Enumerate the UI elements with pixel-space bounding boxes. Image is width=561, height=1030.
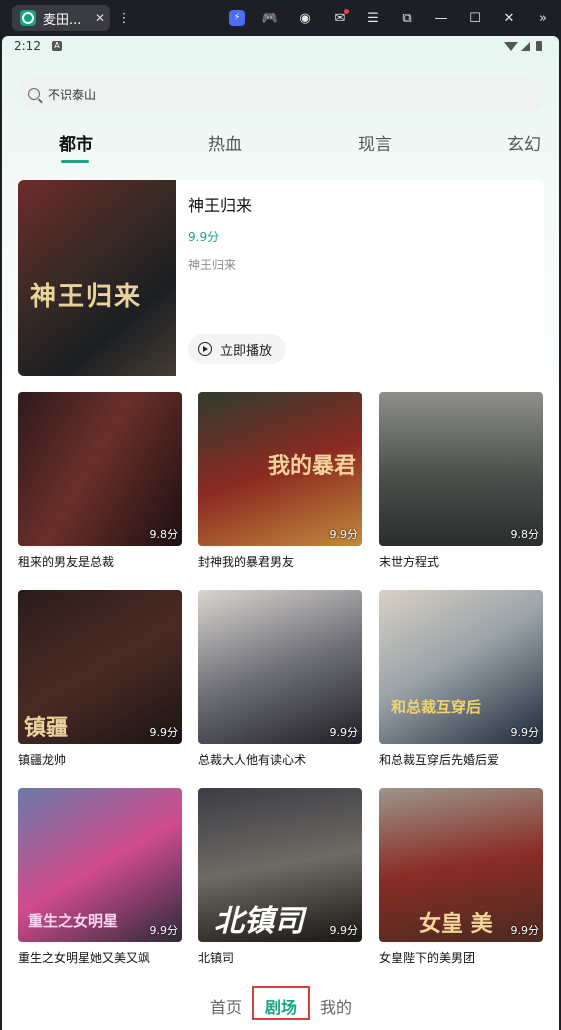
minimize-icon[interactable]: —: [431, 8, 451, 28]
drama-score: 9.8分: [510, 528, 540, 541]
search-text: 不识泰山: [48, 87, 97, 102]
search-input[interactable]: 不识泰山: [16, 77, 546, 111]
nav-mine[interactable]: 我的: [320, 994, 352, 1018]
app-tab[interactable]: 麦田... ✕: [12, 5, 110, 31]
drama-card[interactable]: 北镇司 9.9分 北镇司: [198, 788, 362, 966]
drama-score: 9.9分: [510, 924, 540, 937]
tab-category-xianyan[interactable]: 现言: [358, 130, 392, 155]
app-badge-icon: A: [52, 41, 62, 51]
expand-icon[interactable]: »: [533, 8, 553, 28]
nav-home[interactable]: 首页: [210, 994, 242, 1018]
drama-poster[interactable]: 重生之女明星 9.9分: [18, 788, 182, 942]
drama-poster-text: 镇疆: [24, 715, 69, 741]
drama-poster-text: 女皇 美: [419, 911, 493, 937]
drama-card[interactable]: 镇疆 9.9分 镇疆龙帅: [18, 590, 182, 768]
drama-poster-text: 和总裁互穿后: [391, 698, 482, 716]
drama-score: 9.9分: [149, 726, 179, 739]
more-vert-icon[interactable]: ⋮: [114, 8, 134, 28]
featured-poster-text: 神王归来: [30, 282, 143, 312]
drama-card[interactable]: 和总裁互穿后 9.9分 和总裁互穿后先婚后爱: [379, 590, 543, 768]
mail-icon[interactable]: ✉: [330, 8, 350, 28]
drama-title[interactable]: 重生之女明星她又美又飒: [18, 949, 182, 966]
bolt-icon[interactable]: ⚡: [227, 8, 247, 28]
drama-card[interactable]: 重生之女明星 9.9分 重生之女明星她又美又飒: [18, 788, 182, 966]
drama-poster[interactable]: 我的暴君 9.9分: [198, 392, 362, 546]
bottom-nav: 首页 剧场 我的: [2, 982, 559, 1030]
drama-card[interactable]: 女皇 美 9.9分 女皇陛下的美男团: [379, 788, 543, 966]
drama-title[interactable]: 女皇陛下的美男团: [379, 949, 543, 966]
drama-title[interactable]: 封神我的暴君男友: [198, 553, 362, 570]
drama-title[interactable]: 总裁大人他有读心术: [198, 751, 362, 768]
drama-poster[interactable]: 北镇司 9.9分: [198, 788, 362, 942]
featured-description: 神王归来: [188, 258, 237, 272]
drama-poster-text: 我的暴君: [268, 453, 357, 479]
drama-poster[interactable]: 9.8分: [18, 392, 182, 546]
drama-title[interactable]: 租来的男友是总裁: [18, 553, 182, 570]
featured-poster[interactable]: 神王归来: [18, 180, 176, 376]
drama-card[interactable]: 9.9分 总裁大人他有读心术: [198, 590, 362, 768]
drama-title[interactable]: 北镇司: [198, 949, 362, 966]
nav-theater[interactable]: 剧场: [265, 994, 297, 1018]
phone-screen: 2:12 A 不识泰山 都市 热血 现言 玄幻 神王归来 神王归来 9.9分 神…: [2, 36, 559, 1030]
tab-close-icon[interactable]: ✕: [95, 11, 105, 25]
status-bar: 2:12 A: [2, 36, 559, 58]
play-now-button[interactable]: 立即播放: [188, 334, 286, 364]
drama-score: 9.9分: [329, 924, 359, 937]
menu-icon[interactable]: ☰: [363, 8, 383, 28]
drama-card[interactable]: 9.8分 租来的男友是总裁: [18, 392, 182, 570]
app-logo-icon: [20, 10, 36, 26]
drama-poster[interactable]: 镇疆 9.9分: [18, 590, 182, 744]
drama-card[interactable]: 9.8分 末世方程式: [379, 392, 543, 570]
drama-title[interactable]: 和总裁互穿后先婚后爱: [379, 751, 543, 768]
drama-card[interactable]: 我的暴君 9.9分 封神我的暴君男友: [198, 392, 362, 570]
drama-poster[interactable]: 女皇 美 9.9分: [379, 788, 543, 942]
tab-category-xuanhuan[interactable]: 玄幻: [507, 130, 541, 155]
drama-poster[interactable]: 9.8分: [379, 392, 543, 546]
drama-title[interactable]: 镇疆龙帅: [18, 751, 182, 768]
drama-poster[interactable]: 9.9分: [198, 590, 362, 744]
featured-score: 9.9分: [188, 230, 220, 244]
featured-title[interactable]: 神王归来: [188, 192, 252, 216]
drama-score: 9.9分: [329, 528, 359, 541]
maximize-icon[interactable]: ☐: [465, 8, 485, 28]
featured-card[interactable]: 神王归来 神王归来 9.9分 神王归来 立即播放: [18, 180, 544, 376]
tab-title: 麦田...: [43, 12, 82, 28]
drama-score: 9.9分: [149, 924, 179, 937]
drama-poster[interactable]: 和总裁互穿后 9.9分: [379, 590, 543, 744]
signal-battery-icon: [504, 41, 542, 51]
window-titlebar: 麦田... ✕ ⋮ ⚡ 🎮 ◉ ✉ ☰ ⧉ — ☐ ✕ »: [0, 0, 561, 36]
play-label: 立即播放: [220, 343, 273, 359]
category-underline: [61, 160, 89, 163]
drama-score: 9.8分: [149, 528, 179, 541]
drama-score: 9.9分: [510, 726, 540, 739]
drama-poster-text: 北镇司: [214, 904, 304, 939]
gamepad-icon[interactable]: 🎮: [260, 8, 280, 28]
drama-score: 9.9分: [329, 726, 359, 739]
search-icon: [28, 88, 40, 100]
screenshot-icon[interactable]: ⧉: [397, 8, 417, 28]
close-icon[interactable]: ✕: [499, 8, 519, 28]
account-icon[interactable]: ◉: [295, 8, 315, 28]
clock: 2:12: [14, 39, 41, 53]
play-icon: [198, 342, 212, 356]
drama-title[interactable]: 末世方程式: [379, 553, 543, 570]
tab-category-dushi[interactable]: 都市: [59, 130, 93, 155]
drama-poster-text: 重生之女明星: [28, 912, 119, 930]
tab-category-rexue[interactable]: 热血: [208, 130, 242, 155]
